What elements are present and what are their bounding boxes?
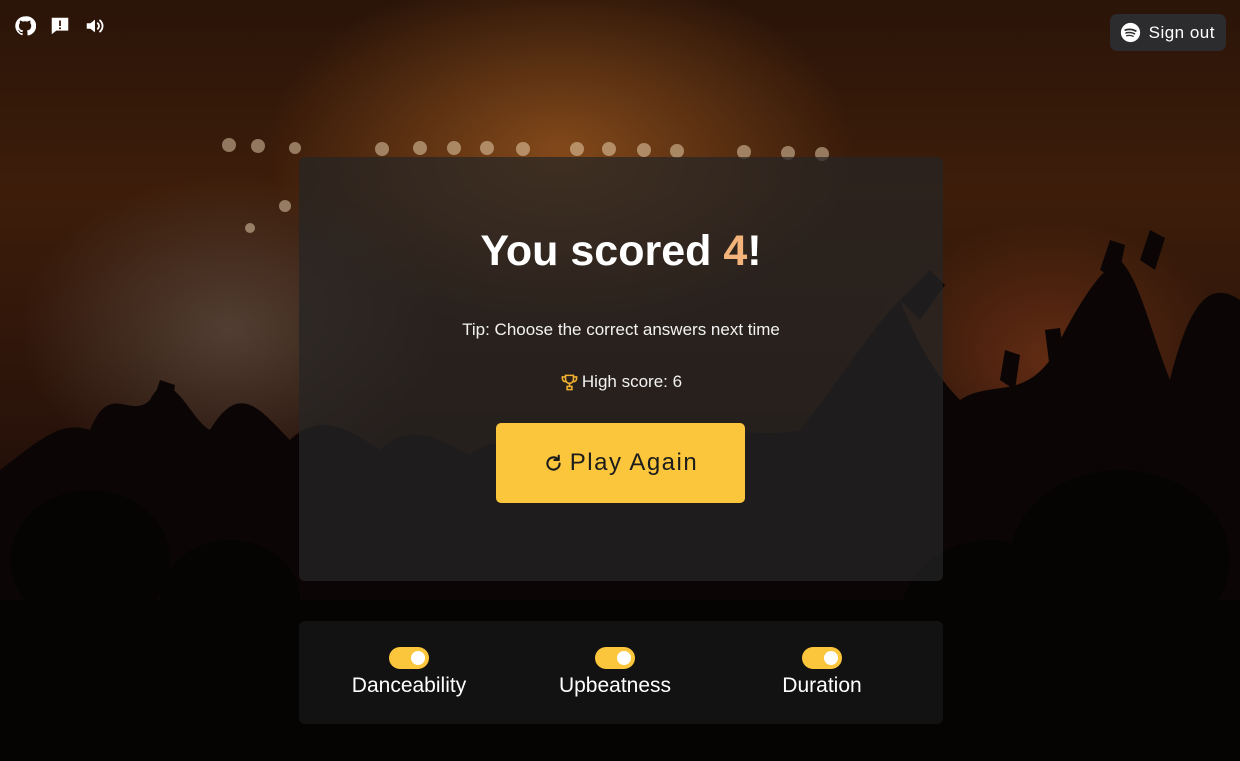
score-value: 4 <box>723 227 748 275</box>
game-screen: Sign out You scored 4! Tip: Choose the c… <box>0 0 1240 761</box>
duration-label: Duration <box>782 674 862 697</box>
settings-panel: Danceability Upbeatness Duration <box>299 621 943 724</box>
play-again-label: Play Again <box>569 449 699 476</box>
trophy-icon <box>561 374 578 390</box>
toggle-knob <box>411 651 425 665</box>
toggle-upbeatness: Upbeatness <box>515 647 715 698</box>
play-again-button[interactable]: Play Again <box>496 423 745 503</box>
reload-icon <box>546 454 561 471</box>
danceability-label: Danceability <box>351 674 467 697</box>
sign-out-label: Sign out <box>1148 22 1215 42</box>
toggle-duration: Duration <box>722 647 922 698</box>
upbeatness-label: Upbeatness <box>558 674 672 697</box>
toggle-danceability: Danceability <box>309 647 509 698</box>
top-toolbar <box>14 15 106 37</box>
score-suffix: ! <box>747 227 762 275</box>
high-score: High score: 6 <box>299 372 943 392</box>
toggle-knob <box>824 651 838 665</box>
feedback-icon[interactable] <box>49 15 71 37</box>
github-icon[interactable] <box>14 15 36 37</box>
high-score-label: High score: 6 <box>581 372 683 391</box>
score-heading: You scored 4! <box>299 227 943 276</box>
duration-toggle[interactable] <box>802 647 842 669</box>
result-card: You scored 4! Tip: Choose the correct an… <box>299 157 943 581</box>
toggle-knob <box>617 651 631 665</box>
sign-out-button[interactable]: Sign out <box>1109 14 1226 51</box>
tip-text: Tip: Choose the correct answers next tim… <box>462 320 780 339</box>
score-prefix: You scored <box>480 227 724 275</box>
spotify-icon <box>1120 22 1140 43</box>
upbeatness-toggle[interactable] <box>595 647 635 669</box>
volume-icon[interactable] <box>84 15 106 37</box>
danceability-toggle[interactable] <box>389 647 429 669</box>
